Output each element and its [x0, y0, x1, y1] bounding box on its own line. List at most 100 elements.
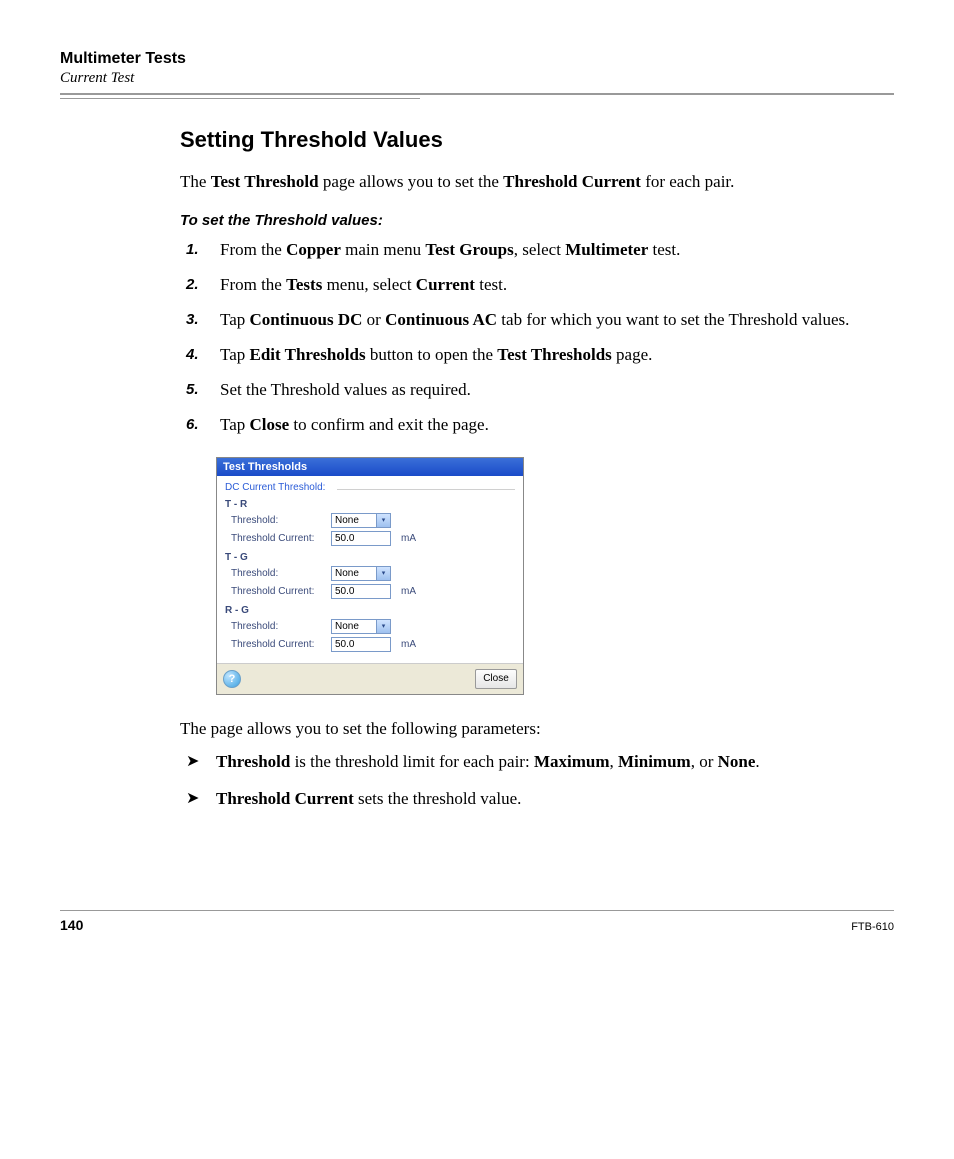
- text: test.: [648, 240, 680, 259]
- page-title: Setting Threshold Values: [180, 127, 854, 153]
- input-threshold-current-tr[interactable]: 50.0: [331, 531, 391, 546]
- dialog-footer: ? Close: [217, 664, 523, 694]
- group-t-r: T - R Threshold: None ▾ Threshold Curren…: [225, 499, 515, 546]
- bullets-list: Threshold is the threshold limit for eac…: [180, 751, 854, 811]
- step-4: Tap Edit Thresholds button to open the T…: [216, 344, 854, 367]
- text-bold: Threshold Current: [216, 789, 354, 808]
- text: Tap: [220, 345, 250, 364]
- dialog-body: DC Current Threshold: T - R Threshold: N…: [217, 476, 523, 664]
- chevron-down-icon: ▾: [376, 514, 390, 527]
- select-threshold-tg[interactable]: None ▾: [331, 566, 391, 581]
- label-threshold: Threshold:: [225, 621, 331, 632]
- bullet-threshold: Threshold is the threshold limit for eac…: [216, 751, 854, 774]
- label-threshold-current: Threshold Current:: [225, 639, 331, 650]
- header-chapter: Multimeter Tests: [60, 50, 894, 68]
- bullet-threshold-current: Threshold Current sets the threshold val…: [216, 788, 854, 811]
- doc-id: FTB-610: [851, 921, 894, 933]
- select-threshold-tr[interactable]: None ▾: [331, 513, 391, 528]
- unit-label: mA: [401, 533, 416, 544]
- text: is the threshold limit for each pair:: [290, 752, 534, 771]
- row-threshold: Threshold: None ▾: [225, 619, 515, 634]
- label-threshold-current: Threshold Current:: [225, 533, 331, 544]
- text: , select: [514, 240, 565, 259]
- step-5: Set the Threshold values as required.: [216, 379, 854, 402]
- text: test.: [475, 275, 507, 294]
- row-threshold-current: Threshold Current: 50.0 mA: [225, 531, 515, 546]
- content-region: Setting Threshold Values The Test Thresh…: [180, 127, 854, 810]
- text: From the: [220, 240, 286, 259]
- text-bold: Current: [416, 275, 475, 294]
- text-bold: Edit Thresholds: [250, 345, 366, 364]
- group-r-g: R - G Threshold: None ▾ Threshold Curren…: [225, 605, 515, 652]
- text-bold: None: [718, 752, 756, 771]
- header-section: Current Test: [60, 70, 894, 87]
- group-title: T - R: [225, 499, 515, 510]
- group-title: R - G: [225, 605, 515, 616]
- text-bold: Continuous DC: [250, 310, 363, 329]
- select-value: None: [335, 515, 359, 526]
- text: Set the Threshold values as required.: [220, 380, 471, 399]
- text: Tap: [220, 415, 250, 434]
- steps-list: From the Copper main menu Test Groups, s…: [180, 239, 854, 437]
- text: From the: [220, 275, 286, 294]
- input-threshold-current-tg[interactable]: 50.0: [331, 584, 391, 599]
- page-number: 140: [60, 917, 83, 933]
- header-rule-short: [60, 98, 420, 99]
- text-bold: Close: [250, 415, 290, 434]
- step-1: From the Copper main menu Test Groups, s…: [216, 239, 854, 262]
- intro-paragraph: The Test Threshold page allows you to se…: [180, 171, 854, 194]
- text: ,: [609, 752, 618, 771]
- text: to confirm and exit the page.: [289, 415, 489, 434]
- text: tab for which you want to set the Thresh…: [497, 310, 849, 329]
- text-bold: Continuous AC: [385, 310, 497, 329]
- procedure-title: To set the Threshold values:: [180, 212, 854, 229]
- text: button to open the: [366, 345, 498, 364]
- text-bold: Threshold: [216, 752, 290, 771]
- row-threshold: Threshold: None ▾: [225, 513, 515, 528]
- label-threshold: Threshold:: [225, 568, 331, 579]
- text-bold: Test Groups: [425, 240, 513, 259]
- text: Tap: [220, 310, 250, 329]
- after-paragraph: The page allows you to set the following…: [180, 719, 854, 739]
- select-threshold-rg[interactable]: None ▾: [331, 619, 391, 634]
- step-6: Tap Close to confirm and exit the page.: [216, 414, 854, 437]
- text-bold: Threshold Current: [503, 172, 641, 191]
- header-rule: [60, 93, 894, 95]
- dialog-test-thresholds: Test Thresholds DC Current Threshold: T …: [216, 457, 524, 695]
- text-bold: Minimum: [618, 752, 691, 771]
- close-button[interactable]: Close: [475, 669, 517, 689]
- text-bold: Copper: [286, 240, 341, 259]
- row-threshold: Threshold: None ▾: [225, 566, 515, 581]
- step-2: From the Tests menu, select Current test…: [216, 274, 854, 297]
- chevron-down-icon: ▾: [376, 567, 390, 580]
- text: page allows you to set the: [319, 172, 504, 191]
- text: .: [755, 752, 759, 771]
- group-title: T - G: [225, 552, 515, 563]
- unit-label: mA: [401, 639, 416, 650]
- page-footer: 140 FTB-610: [60, 910, 894, 933]
- step-3: Tap Continuous DC or Continuous AC tab f…: [216, 309, 854, 332]
- text-bold: Test Threshold: [211, 172, 319, 191]
- dialog-titlebar: Test Thresholds: [217, 458, 523, 476]
- help-icon[interactable]: ?: [223, 670, 241, 688]
- text: for each pair.: [641, 172, 734, 191]
- select-value: None: [335, 568, 359, 579]
- chevron-down-icon: ▾: [376, 620, 390, 633]
- select-value: None: [335, 621, 359, 632]
- label-threshold: Threshold:: [225, 515, 331, 526]
- input-threshold-current-rg[interactable]: 50.0: [331, 637, 391, 652]
- group-t-g: T - G Threshold: None ▾ Threshold Curren…: [225, 552, 515, 599]
- text-bold: Multimeter: [565, 240, 648, 259]
- text: page.: [612, 345, 653, 364]
- text: or: [362, 310, 385, 329]
- text: menu, select: [322, 275, 415, 294]
- unit-label: mA: [401, 586, 416, 597]
- row-threshold-current: Threshold Current: 50.0 mA: [225, 584, 515, 599]
- label-threshold-current: Threshold Current:: [225, 586, 331, 597]
- text-bold: Maximum: [534, 752, 610, 771]
- text: sets the threshold value.: [354, 789, 522, 808]
- row-threshold-current: Threshold Current: 50.0 mA: [225, 637, 515, 652]
- fieldset-legend: DC Current Threshold:: [225, 482, 515, 493]
- text-bold: Tests: [286, 275, 322, 294]
- text: , or: [691, 752, 718, 771]
